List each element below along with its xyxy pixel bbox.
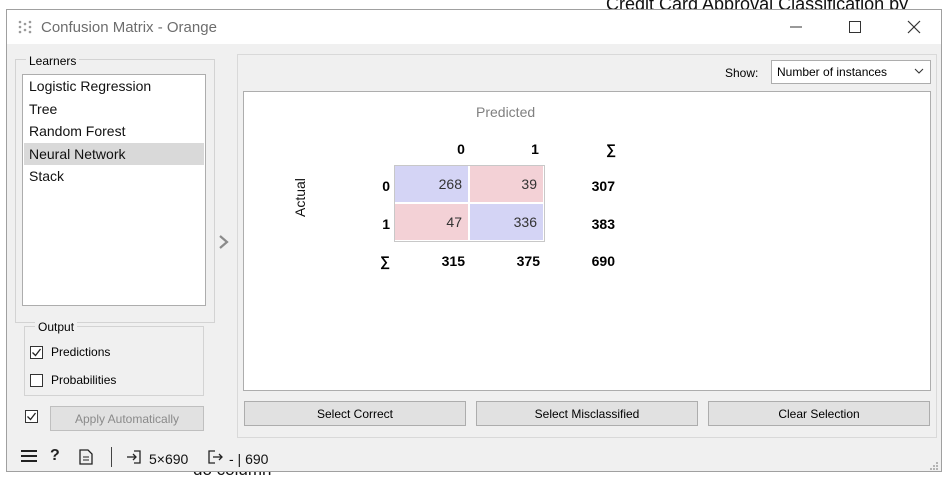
output-data-icon	[207, 449, 223, 470]
learner-list: Logistic Regression Tree Random Forest N…	[22, 74, 206, 306]
learner-item-random-forest[interactable]: Random Forest	[24, 120, 204, 143]
menu-icon[interactable]	[21, 449, 37, 468]
show-label: Show:	[725, 66, 759, 80]
probabilities-checkbox[interactable]	[30, 373, 43, 387]
checkmark-icon	[27, 412, 37, 421]
grand-total: 690	[591, 253, 615, 269]
help-icon[interactable]: ?	[50, 447, 60, 465]
matrix-cell-0-1[interactable]: 39	[470, 166, 543, 202]
matrix-cell-0-0[interactable]: 268	[395, 166, 468, 202]
learner-item-tree[interactable]: Tree	[24, 98, 204, 121]
maximize-button[interactable]	[832, 10, 878, 44]
column-header-0: 0	[457, 141, 465, 157]
show-dropdown-value: Number of instances	[777, 65, 888, 79]
status-bar: ? 5×690 - | 690	[7, 443, 941, 471]
actual-axis-label: Actual	[292, 178, 308, 217]
resize-grip-icon[interactable]	[929, 459, 939, 470]
confusion-matrix-table: Predicted Actual 0 1 ∑ 0 1 ∑ 268 39 47 3…	[243, 91, 931, 391]
show-dropdown[interactable]: Number of instances	[771, 60, 931, 84]
matrix-cell-1-0[interactable]: 47	[395, 204, 468, 240]
orange-app-icon	[17, 19, 33, 35]
chevron-down-icon	[914, 65, 924, 79]
column-header-1: 1	[531, 141, 539, 157]
confusion-matrix-window: Confusion Matrix - Orange Learners Logis…	[6, 9, 942, 472]
select-misclassified-button[interactable]: Select Misclassified	[476, 401, 698, 426]
probabilities-checkbox-row[interactable]: Probabilities	[30, 373, 116, 387]
row-header-1: 1	[382, 216, 390, 232]
probabilities-label: Probabilities	[51, 373, 117, 387]
report-icon[interactable]	[79, 449, 93, 470]
learners-group-title: Learners	[26, 54, 80, 68]
minimize-icon	[790, 26, 802, 28]
minimize-button[interactable]	[773, 10, 819, 44]
select-correct-button[interactable]: Select Correct	[244, 401, 466, 426]
checkmark-icon	[32, 348, 42, 356]
predictions-checkbox[interactable]	[30, 345, 43, 359]
matrix-cell-1-1[interactable]: 336	[470, 204, 543, 240]
apply-automatically-button[interactable]: Apply Automatically	[50, 406, 204, 431]
column-header-total: ∑	[606, 141, 616, 157]
learner-item-logistic-regression[interactable]: Logistic Regression	[24, 75, 204, 98]
input-data-icon	[126, 449, 142, 470]
window-title: Confusion Matrix - Orange	[41, 19, 217, 36]
learner-item-stack[interactable]: Stack	[24, 165, 204, 188]
collapse-panel-arrow[interactable]	[218, 234, 230, 255]
predictions-checkbox-row[interactable]: Predictions	[30, 345, 110, 359]
row-header-total: ∑	[380, 253, 390, 269]
close-button[interactable]	[891, 10, 937, 44]
input-summary: 5×690	[149, 451, 189, 467]
predicted-axis-label: Predicted	[476, 104, 536, 120]
maximize-icon	[849, 21, 861, 33]
row-total-1: 383	[591, 216, 615, 232]
chevron-right-icon	[219, 235, 229, 249]
output-group-title: Output	[35, 320, 78, 334]
output-summary: - | 690	[229, 451, 269, 467]
clear-selection-button[interactable]: Clear Selection	[708, 401, 930, 426]
apply-automatically-checkbox[interactable]	[25, 410, 38, 423]
close-icon	[907, 20, 921, 34]
row-total-0: 307	[591, 178, 615, 194]
learner-item-neural-network[interactable]: Neural Network	[24, 142, 204, 165]
title-bar: Confusion Matrix - Orange	[7, 10, 941, 44]
predictions-label: Predictions	[51, 345, 111, 359]
row-header-0: 0	[382, 178, 390, 194]
column-total-1: 375	[516, 253, 540, 269]
status-divider	[111, 447, 112, 467]
column-total-0: 315	[441, 253, 465, 269]
